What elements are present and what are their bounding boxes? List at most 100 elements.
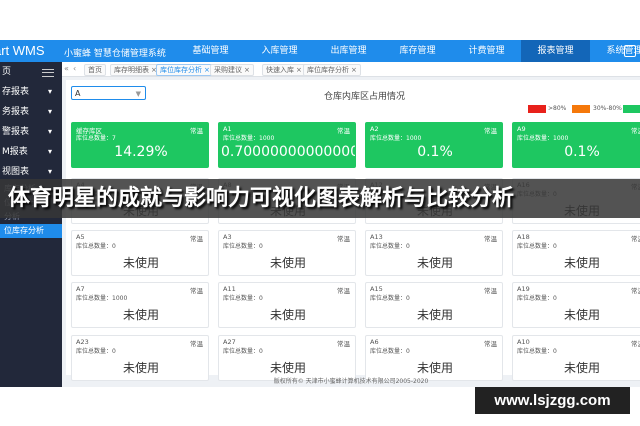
chevron-down-icon: ▾ [47,127,52,136]
hamburger-icon[interactable] [42,69,54,77]
nav-item[interactable]: 报表管理 [521,40,590,62]
tab-item[interactable]: 快速入库 × [262,64,306,76]
location-card[interactable]: A5 常温 库位总数量：0 未使用 [71,230,209,276]
nav-item[interactable]: 计费管理 [452,40,521,62]
top-navbar: art WMS 小蜜蜂 智慧仓储管理系统 基础管理入库管理出库管理库存管理计费管… [0,40,640,62]
location-card[interactable]: A1 常温 库位总数量：1000 0.700000000000000 [218,122,356,168]
nav-item[interactable]: 出库管理 [314,40,383,62]
location-name: A3 [223,233,232,241]
nav-item[interactable]: 入库管理 [245,40,314,62]
location-card[interactable]: 缓存库区 常温 库位总数量：7 14.29% [71,122,209,168]
sidebar-item-label: 存报表 [2,87,30,97]
location-card[interactable]: A6 常温 库位总数量：0 未使用 [365,335,503,381]
temperature-tag: 常温 [337,287,350,295]
close-icon[interactable]: × [244,66,250,74]
location-card[interactable]: A15 常温 库位总数量：0 未使用 [365,282,503,328]
sidebar-item[interactable]: 务报表 ▾ [0,102,62,122]
legend-swatch [528,105,546,113]
nav-item[interactable]: 库存管理 [383,40,452,62]
location-card[interactable]: A10 常温库位总数量：0 未使用 [512,335,640,381]
location-name: A9 [517,125,526,133]
chevron-down-icon: ▾ [47,107,52,116]
sidebar-item[interactable]: 页 [0,62,62,82]
location-card[interactable]: A23 常温 库位总数量：0 未使用 [71,335,209,381]
close-icon[interactable]: × [204,66,210,74]
temperature-tag: 常温 [484,340,497,348]
location-quantity: 库位总数量：1000 [223,135,275,142]
location-name: A11 [223,285,236,293]
location-card[interactable]: A3 常温 库位总数量：0 未使用 [218,230,356,276]
overlay-banner: 体育明星的成就与影响力可视化图表解析与比较分析 [0,179,640,218]
overlay-banner-title: 体育明星的成就与影响力可视化图表解析与比较分析 [8,186,515,211]
close-icon[interactable]: × [351,66,357,74]
temperature-tag: 常温 [190,235,203,243]
occupancy-value: 未使用 [563,256,600,270]
location-card[interactable]: A27 常温 库位总数量：0 未使用 [218,335,356,381]
sidebar-item-label: 务报表 [2,107,30,117]
tab-item[interactable]: 库存明细表 × [110,64,161,76]
location-card[interactable]: A7 常温 库位总数量：1000 未使用 [71,282,209,328]
tab-bar: «‹ 首页 库存明细表 × 库位库存分析 × 采购建议 × 快速入库 × 库位库存分析 × [62,62,640,77]
tab-item[interactable]: 采购建议 × [210,64,254,76]
location-quantity: 库位总数量：0 [76,348,116,355]
location-name: A19 [517,285,530,293]
location-quantity: 库位总数量：0 [370,295,410,302]
tab-label: 快速入库 [266,66,294,74]
occupancy-value: 未使用 [563,308,600,322]
location-card[interactable]: A19 常温库位总数量：0 未使用 [512,282,640,328]
temperature-tag: 常温 [631,127,640,135]
location-quantity: 库位总数量：1000 [370,135,422,142]
temperature-tag: 常温 [337,340,350,348]
location-quantity: 库位总数量：0 [223,348,263,355]
occupancy-value: 未使用 [563,361,600,375]
sidebar-item[interactable]: M报表 ▾ [0,142,62,162]
main-nav: 基础管理 入库管理 出库管理 库存管理 计费管理 报表管理 系统管理 [176,40,640,62]
temperature-tag: 常温 [484,235,497,243]
temperature-tag: 常温 [190,287,203,295]
sidebar-subitem[interactable]: 位库存分析 [0,224,62,238]
temperature-tag: 常温 [190,340,203,348]
location-name: A18 [517,233,530,241]
occupancy-value: 14.29% [114,144,168,160]
sidebar-item[interactable]: 存报表 ▾ [0,82,62,102]
tab-item[interactable]: 库位库存分析 × [303,64,361,76]
occupancy-value: 0.700000000000000 [221,144,356,160]
location-card[interactable]: A9 常温库位总数量：1000 0.1% [512,122,640,168]
occupancy-value: 未使用 [269,361,306,375]
chevron-left-icon[interactable]: ‹ [73,64,76,74]
location-quantity: 库位总数量：7 [76,135,116,142]
tab-item[interactable]: 库位库存分析 × [156,64,214,76]
temperature-tag: 常温 [190,127,203,135]
location-quantity: 库位总数量：0 [517,243,557,250]
brand-logo-text: art WMS [0,43,45,58]
fullscreen-icon[interactable] [624,45,636,57]
page-title: 仓库内库区占用情况 [324,92,406,102]
location-card[interactable]: A18 常温库位总数量：0 未使用 [512,230,640,276]
location-quantity: 库位总数量：1000 [517,135,569,142]
legend-label: 30%-80% [593,105,622,112]
double-chevron-left-icon[interactable]: « [64,64,69,74]
main-panel: A ▼ 仓库内库区占用情况 >80%30%-80%<30% 缓存库区常温库位总数… [66,80,640,381]
location-card[interactable]: A13 常温 库位总数量：0 未使用 [365,230,503,276]
legend-label: >80% [548,105,567,112]
chevron-down-icon: ▾ [47,87,52,96]
location-card[interactable]: A11 常温 库位总数量：0 未使用 [218,282,356,328]
occupancy-value: 未使用 [416,256,453,270]
location-name: A6 [370,338,379,346]
location-name: A2 [370,125,379,133]
nav-item[interactable]: 基础管理 [176,40,245,62]
location-name: A13 [370,233,383,241]
close-icon[interactable]: × [296,66,302,74]
system-subtitle: 小蜜蜂 智慧仓储管理系统 [64,49,166,59]
chevron-down-icon: ▾ [47,147,52,156]
tab-item[interactable]: 首页 [84,64,106,76]
sidebar: 页存报表▾务报表▾警报表▾M报表▾视图表▾库存分析位库存分析分析位库存分析 [0,62,62,387]
location-card[interactable]: A2 常温 库位总数量：1000 0.1% [365,122,503,168]
temperature-tag: 常温 [484,287,497,295]
location-name: A7 [76,285,85,293]
warehouse-select[interactable]: A ▼ [71,86,146,100]
sidebar-item[interactable]: 警报表 ▾ [0,122,62,142]
location-name: A10 [517,338,530,346]
temperature-tag: 常温 [484,127,497,135]
tab-label: 首页 [88,66,102,74]
